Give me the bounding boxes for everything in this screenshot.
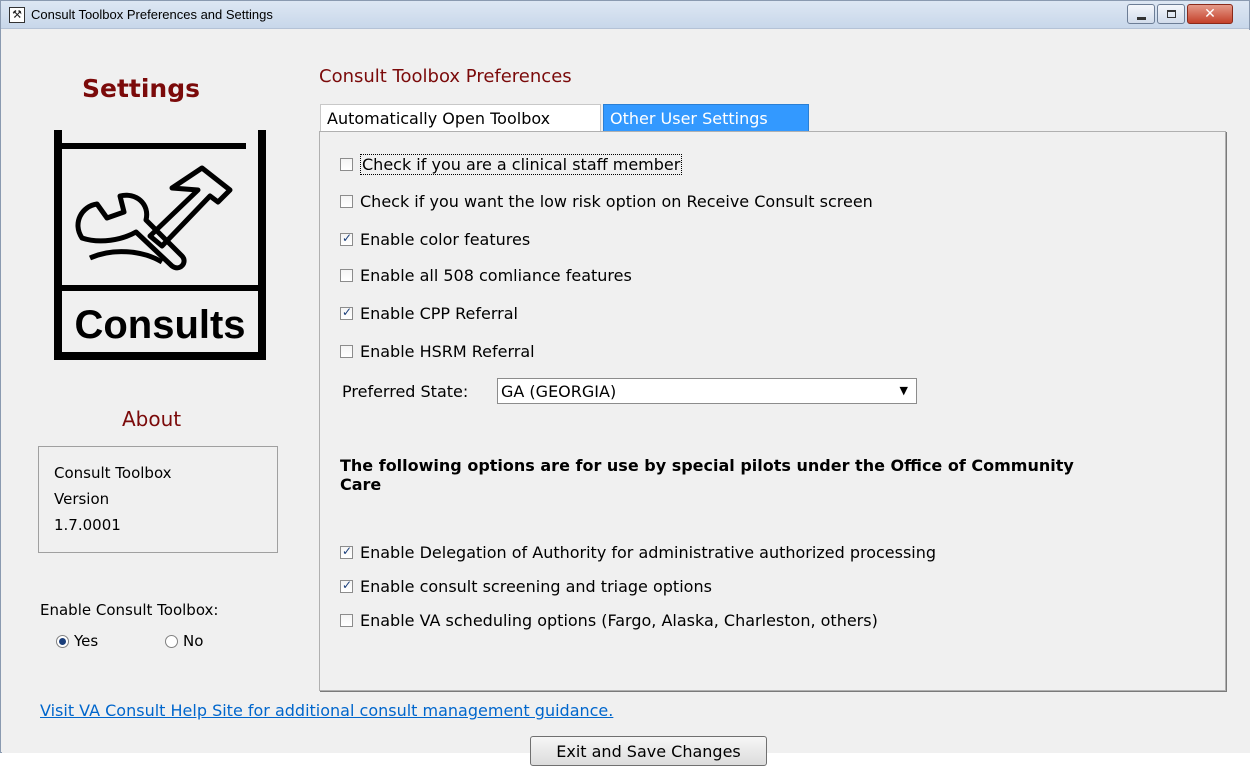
checkbox[interactable] (340, 305, 353, 320)
radio-no[interactable]: No (165, 632, 203, 650)
dropdown-arrow-icon[interactable]: ▼ (900, 384, 908, 397)
option-508-compliance[interactable]: Enable all 508 comliance features (340, 266, 632, 285)
minimize-button[interactable] (1127, 4, 1155, 24)
consults-logo-icon: Consults (54, 130, 266, 360)
option-label: Enable all 508 comliance features (360, 266, 632, 285)
enable-toolbox-label: Enable Consult Toolbox: (40, 601, 219, 619)
option-va-scheduling[interactable]: Enable VA scheduling options (Fargo, Ala… (340, 611, 878, 630)
about-version-label: Version (54, 490, 110, 508)
option-label: Enable Delegation of Authority for admin… (360, 543, 937, 562)
about-box: Consult Toolbox Version 1.7.0001 (38, 446, 278, 553)
tab-automatically-open-toolbox[interactable]: Automatically Open Toolbox (320, 104, 601, 132)
app-icon[interactable]: ⚒ (9, 7, 25, 23)
pilot-options-heading: The following options are for use by spe… (340, 456, 1074, 494)
option-label: Enable VA scheduling options (Fargo, Ala… (360, 611, 878, 630)
option-label: Check if you are a clinical staff member (360, 154, 683, 175)
option-label: Enable CPP Referral (360, 304, 518, 323)
window-client-area: Settings Consults About Consult Toolbox … (2, 30, 1250, 766)
preferred-state-select[interactable]: GA (GEORGIA) ▼ (497, 378, 917, 404)
option-hsrm-referral[interactable]: Enable HSRM Referral (340, 342, 535, 361)
option-label: Enable HSRM Referral (360, 342, 535, 361)
option-screening-triage[interactable]: Enable consult screening and triage opti… (340, 577, 712, 596)
radio-no-indicator[interactable] (165, 634, 178, 648)
option-label: Check if you want the low risk option on… (360, 192, 873, 211)
title-bar[interactable]: ⚒ Consult Toolbox Preferences and Settin… (1, 1, 1249, 29)
exit-and-save-button[interactable]: Exit and Save Changes (530, 736, 767, 766)
preferred-state-label: Preferred State: (342, 382, 469, 401)
checkbox[interactable] (340, 345, 353, 358)
about-version-number: 1.7.0001 (54, 516, 121, 534)
logo-text: Consults (74, 303, 245, 347)
checkbox[interactable] (340, 195, 353, 208)
minimize-icon (1137, 17, 1146, 20)
about-heading: About (122, 407, 182, 431)
checkbox[interactable] (340, 614, 353, 627)
radio-yes[interactable]: Yes (56, 632, 98, 650)
option-label: Enable color features (360, 230, 531, 249)
radio-no-label: No (183, 632, 204, 650)
option-clinical-staff[interactable]: Check if you are a clinical staff member (340, 154, 683, 175)
about-product: Consult Toolbox (54, 464, 172, 482)
preferred-state-value: GA (GEORGIA) (501, 382, 617, 401)
checkbox[interactable] (340, 231, 353, 246)
checkbox[interactable] (340, 158, 353, 171)
settings-heading: Settings (82, 74, 201, 103)
preferences-heading: Consult Toolbox Preferences (319, 66, 572, 87)
option-cpp-referral[interactable]: Enable CPP Referral (340, 304, 518, 323)
close-icon: ✕ (1204, 6, 1216, 22)
checkbox[interactable] (340, 544, 353, 559)
tab-other-user-settings[interactable]: Other User Settings (603, 104, 809, 132)
option-label: Enable consult screening and triage opti… (360, 577, 712, 596)
option-color-features[interactable]: Enable color features (340, 230, 530, 249)
close-button[interactable]: ✕ (1187, 4, 1233, 24)
radio-yes-indicator[interactable] (56, 634, 69, 648)
maximize-button[interactable] (1157, 4, 1185, 24)
radio-yes-label: Yes (74, 632, 99, 650)
maximize-icon (1167, 10, 1176, 18)
option-delegation-of-authority[interactable]: Enable Delegation of Authority for admin… (340, 543, 936, 562)
window-title: Consult Toolbox Preferences and Settings (31, 7, 273, 22)
help-site-link[interactable]: Visit VA Consult Help Site for additiona… (40, 701, 613, 720)
other-user-settings-panel: Check if you are a clinical staff member… (319, 131, 1226, 691)
checkbox[interactable] (340, 269, 353, 282)
preferences-window: ⚒ Consult Toolbox Preferences and Settin… (0, 0, 1250, 766)
checkbox[interactable] (340, 578, 353, 593)
option-low-risk[interactable]: Check if you want the low risk option on… (340, 192, 873, 211)
